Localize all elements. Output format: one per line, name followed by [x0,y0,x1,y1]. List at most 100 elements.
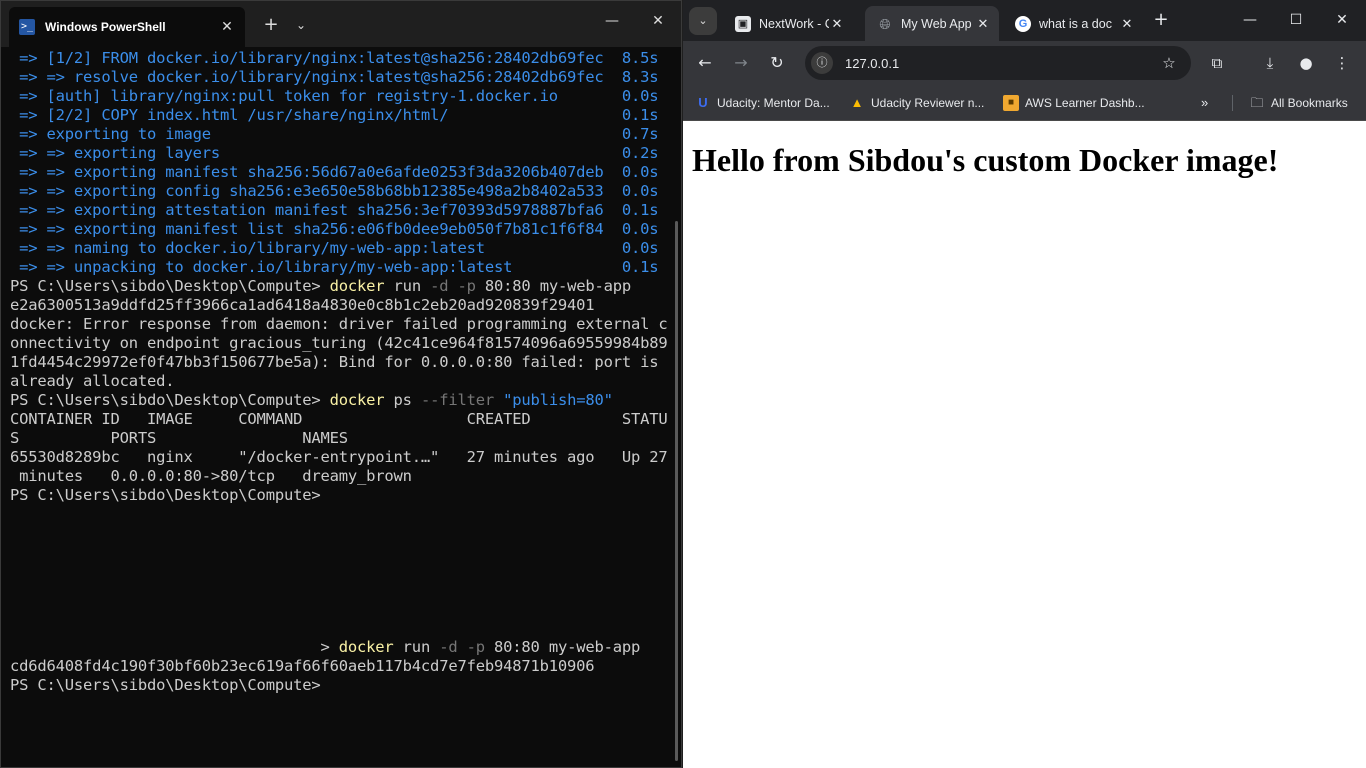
forward-button[interactable]: → [727,49,755,77]
bookmarks-bar: U Udacity: Mentor Da... ▲ Udacity Review… [683,85,1366,121]
terminal-output[interactable]: => [1/2] FROM docker.io/library/nginx:la… [10,49,670,765]
extensions-icon[interactable]: ⧉ [1204,50,1230,76]
terminal-scrollbar[interactable] [675,221,678,761]
terminal-text: => => exporting attestation manifest sha… [10,201,659,219]
terminal-text: => => exporting layers 0.2s [10,144,659,162]
url-text[interactable]: 127.0.0.1 [845,56,1157,71]
terminal-line: onnectivity on endpoint gracious_turing … [10,334,670,353]
terminal-text: "publish=80" [503,391,613,409]
more-bookmarks-button[interactable]: » [1201,92,1208,114]
drive-icon: ▲ [850,95,864,110]
terminal-text: => [auth] library/nginx:pull token for r… [10,87,659,105]
close-tab-icon[interactable]: ✕ [829,16,845,32]
bookmark-aws-learner[interactable]: ■ AWS Learner Dashb... [1003,92,1145,114]
terminal-text: -d -p [430,277,476,295]
terminal-text: run [384,277,431,295]
tab-nextwork[interactable]: ▣ NextWork - C ✕ [723,6,853,41]
page-heading: Hello from Sibdou's custom Docker image! [692,142,1279,178]
close-tab-icon[interactable]: ✕ [1119,16,1135,32]
terminal-text: PS C:\Users\sibdo\Desktop\Compute> [10,676,321,694]
tab-google-search[interactable]: G what is a doc ✕ [1003,6,1143,41]
terminal-text: => => naming to docker.io/library/my-web… [10,239,659,257]
minimize-button[interactable]: — [589,1,635,41]
tab-title: My Web App [901,16,972,31]
terminal-line: => => exporting manifest sha256:56d67a0e… [10,163,670,182]
minimize-button[interactable]: — [1227,0,1273,41]
terminal-text: PS C:\Users\sibdo\Desktop\Compute> [10,277,330,295]
terminal-text: PS C:\Users\sibdo\Desktop\Compute> [10,391,330,409]
close-tab-icon[interactable]: ✕ [219,19,235,35]
all-bookmarks-button[interactable]: 🗀︎ All Bookmarks [1249,92,1348,114]
web-page-content: Hello from Sibdou's custom Docker image! [683,121,1366,768]
terminal-line: PS C:\Users\sibdo\Desktop\Compute> docke… [10,391,670,410]
terminal-text: 80:80 my-web-app [484,638,641,656]
new-tab-button[interactable]: + [1149,8,1173,32]
terminal-text: => => exporting manifest list sha256:e06… [10,220,659,238]
close-tab-icon[interactable]: ✕ [975,16,991,32]
close-window-button[interactable]: ✕ [1319,0,1365,41]
bookmark-udacity-mentor[interactable]: U Udacity: Mentor Da... [695,92,830,114]
download-icon[interactable]: ⤓ [1257,50,1283,76]
bookmark-label: Udacity: Mentor Da... [717,96,830,110]
terminal-line: PS C:\Users\sibdo\Desktop\Compute> docke… [10,277,670,296]
bookmark-udacity-reviewer[interactable]: ▲ Udacity Reviewer n... [849,92,985,114]
terminal-line: minutes 0.0.0.0:80->80/tcp dreamy_brown [10,467,670,486]
terminal-text: => exporting to image 0.7s [10,125,659,143]
tab-search-button[interactable]: ⌄ [689,7,717,35]
terminal-line: => [1/2] FROM docker.io/library/nginx:la… [10,49,670,68]
terminal-text: S PORTS NAMES [10,429,348,447]
terminal-text: => [2/2] COPY index.html /usr/share/ngin… [10,106,659,124]
terminal-tab[interactable]: >_ Windows PowerShell ✕ [9,7,245,47]
bookmark-label: Udacity Reviewer n... [871,96,985,110]
terminal-line: => [auth] library/nginx:pull token for r… [10,87,670,106]
aws-icon: ■ [1003,95,1019,111]
terminal-text: > [10,638,339,656]
terminal-text: cd6d6408fd4c190f30bf60b23ec619af66f60aeb… [10,657,595,675]
chevron-down-icon[interactable]: ⌄ [291,13,311,37]
terminal-text: ps [384,391,421,409]
reload-button[interactable]: ↻ [763,49,791,77]
tab-my-web-app[interactable]: 🌐︎ My Web App ✕ [865,6,999,41]
close-window-button[interactable]: ✕ [635,1,681,41]
terminal-line: 1fd4454c29972ef0f47bb3f150677be5a): Bind… [10,353,670,372]
address-bar[interactable]: ⓘ 127.0.0.1 ☆ [805,46,1191,80]
google-icon: G [1015,15,1031,32]
terminal-titlebar: >_ Windows PowerShell ✕ + ⌄ — ✕ [1,1,681,47]
terminal-text: => => exporting manifest sha256:56d67a0e… [10,163,659,181]
terminal-line: e2a6300513a9ddfd25ff3966ca1ad6418a4830e0… [10,296,670,315]
terminal-line: PS C:\Users\sibdo\Desktop\Compute> [10,486,670,505]
tab-title: NextWork - C [759,16,829,31]
new-tab-button[interactable]: + [259,13,283,37]
terminal-line: => => exporting layers 0.2s [10,144,670,163]
terminal-line: => => exporting config sha256:e3e650e58b… [10,182,670,201]
powershell-window: >_ Windows PowerShell ✕ + ⌄ — ✕ => [1/2]… [0,0,682,768]
terminal-text: => [1/2] FROM docker.io/library/nginx:la… [10,49,659,67]
terminal-text: run [393,638,440,656]
maximize-button[interactable]: ☐ [1273,0,1319,41]
chrome-toolbar: ← → ↻ ⓘ 127.0.0.1 ☆ ⧉ ⤓ ● ⋮ [683,41,1366,85]
terminal-text: PS C:\Users\sibdo\Desktop\Compute> [10,486,321,504]
powershell-icon: >_ [19,19,35,35]
globe-icon: 🌐︎ [879,15,891,32]
site-info-icon[interactable]: ⓘ [811,52,833,74]
terminal-line: 65530d8289bc nginx "/docker-entrypoint.…… [10,448,670,467]
terminal-text: 65530d8289bc nginx "/docker-entrypoint.…… [10,448,668,466]
bookmark-label: AWS Learner Dashb... [1025,96,1145,110]
terminal-line: cd6d6408fd4c190f30bf60b23ec619af66f60aeb… [10,657,670,676]
back-button[interactable]: ← [691,49,719,77]
bookmark-star-icon[interactable]: ☆ [1157,54,1181,72]
menu-kebab-icon[interactable]: ⋮ [1329,50,1355,76]
all-bookmarks-label: All Bookmarks [1271,96,1348,110]
profile-avatar[interactable]: ● [1293,50,1319,76]
terminal-text: --filter [420,391,495,409]
terminal-text: 80:80 my-web-app [475,277,632,295]
terminal-text: 1fd4454c29972ef0f47bb3f150677be5a): Bind… [10,353,659,371]
tab-title: what is a doc [1039,16,1112,31]
terminal-line: CONTAINER ID IMAGE COMMAND CREATED STATU [10,410,670,429]
